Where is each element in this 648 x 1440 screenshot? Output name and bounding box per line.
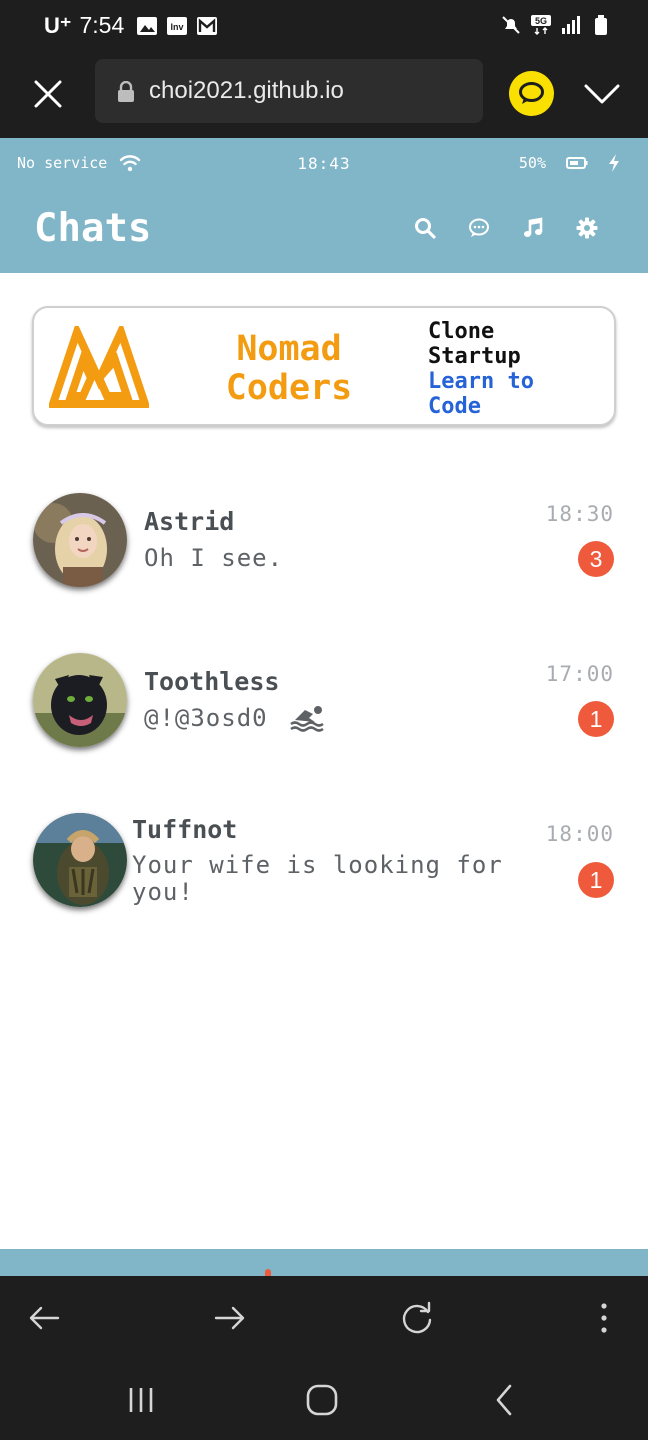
app-tab-bar	[0, 1249, 648, 1277]
chat-preview: Oh I see.	[144, 544, 284, 572]
unread-badge: 1	[578, 862, 614, 898]
chat-item-tuffnot[interactable]: Tuffnot Your wife is looking for you! 18…	[0, 807, 648, 927]
chat-preview: @!@3osd0	[144, 704, 268, 732]
android-nav-bar	[0, 1360, 648, 1440]
app-battery-icon	[566, 157, 588, 169]
gmail-icon	[197, 16, 218, 35]
chat-item-toothless[interactable]: Toothless @!@3osd0 17:00 1	[0, 647, 648, 767]
svg-text:Inv: Inv	[171, 22, 184, 32]
svg-text:5G: 5G	[535, 16, 547, 26]
inv-icon: Inv	[167, 16, 188, 35]
battery-percent: 50%	[518, 154, 546, 172]
browser-toolbar: choi2021.github.io	[0, 56, 648, 138]
more-vertical-icon[interactable]	[586, 1300, 622, 1336]
unread-badge: 3	[578, 541, 614, 577]
music-icon[interactable]	[522, 217, 544, 239]
kakao-talk-button[interactable]	[509, 71, 554, 116]
5g-icon: 5G	[531, 15, 551, 35]
clone-startup-text: Clone Startup	[428, 319, 521, 369]
app-status-bar: No service 18:43 50%	[0, 138, 648, 190]
url-text: choi2021.github.io	[149, 77, 344, 104]
chat-time: 18:30	[545, 502, 614, 526]
gear-icon[interactable]	[576, 217, 598, 239]
chat-item-astrid[interactable]: Astrid Oh I see. 18:30 3	[0, 487, 648, 607]
system-time: 7:54	[79, 12, 125, 38]
chat-time: 18:00	[545, 822, 614, 846]
back-icon[interactable]	[486, 1382, 522, 1418]
ad-banner[interactable]: Nomad Coders Clone Startup Learn to Code	[32, 306, 616, 426]
page-title: Chats	[34, 206, 152, 251]
swimmer-icon	[290, 706, 324, 732]
app-header: Chats	[0, 190, 648, 273]
brand-name: Nomad Coders	[225, 329, 353, 408]
chat-name: Toothless	[144, 667, 280, 696]
learn-to-code-link[interactable]: Learn to Code	[428, 369, 568, 419]
system-status-bar: U⁺ 7:54 Inv 5G	[0, 0, 648, 56]
image-icon	[137, 16, 158, 35]
avatar	[33, 813, 127, 907]
charging-bolt-icon	[609, 154, 619, 172]
unread-badge: 1	[578, 701, 614, 737]
close-icon[interactable]	[28, 74, 68, 114]
home-icon[interactable]	[304, 1382, 340, 1418]
chat-preview: Your wife is looking for you!	[132, 851, 503, 906]
battery-icon	[595, 15, 607, 35]
address-bar[interactable]: choi2021.github.io	[95, 59, 483, 123]
avatar	[33, 493, 127, 587]
recent-apps-icon[interactable]	[123, 1382, 159, 1418]
lock-icon	[118, 81, 134, 102]
signal-icon	[562, 16, 580, 34]
browser-bottom-nav	[0, 1276, 648, 1360]
reload-icon[interactable]	[399, 1300, 435, 1336]
nomad-coders-logo	[49, 326, 149, 408]
mute-icon	[502, 16, 520, 34]
forward-arrow-icon[interactable]	[212, 1300, 248, 1336]
chat-name: Tuffnot	[132, 815, 238, 844]
chat-bubble-icon[interactable]	[468, 217, 490, 239]
chat-time: 17:00	[545, 662, 614, 686]
search-icon[interactable]	[414, 217, 436, 239]
chevron-down-icon[interactable]	[582, 76, 622, 112]
chat-name: Astrid	[144, 507, 235, 536]
kakao-talk-icon	[519, 82, 544, 104]
avatar	[33, 653, 127, 747]
back-arrow-icon[interactable]	[26, 1300, 62, 1336]
carrier-label: U⁺	[44, 12, 72, 38]
